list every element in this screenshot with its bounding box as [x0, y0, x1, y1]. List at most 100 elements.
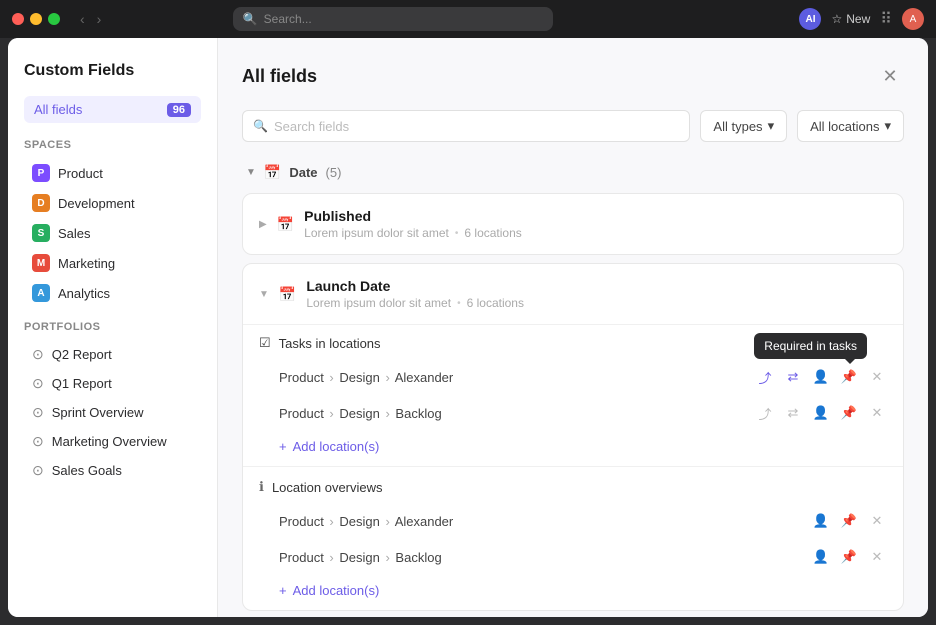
search-icon: 🔍 [243, 12, 258, 26]
user-icon[interactable]: 👤 [811, 403, 831, 423]
field-info-published: Published Lorem ipsum dolor sit amet • 6… [304, 208, 887, 240]
sidebar-item-q2-report[interactable]: ⊙ Q2 Report [24, 341, 201, 368]
all-fields-label: All fields [34, 102, 82, 117]
portfolios-section-label: Portfolios [24, 321, 201, 333]
marketing-overview-label: Marketing Overview [52, 434, 167, 449]
search-icon: 🔍 [253, 119, 268, 133]
avatar[interactable]: A [902, 8, 924, 30]
panel-title: All fields [242, 66, 317, 87]
calendar-icon: 📅 [264, 164, 281, 181]
sidebar: Custom Fields All fields 96 Spaces P Pro… [8, 38, 218, 617]
add-location-tasks-button[interactable]: + Add location(s) [243, 431, 903, 466]
pin-icon[interactable]: 📌 [839, 511, 859, 531]
remove-icon[interactable]: ✕ [867, 403, 887, 423]
q1-report-label: Q1 Report [52, 376, 112, 391]
filter-types-button[interactable]: All types ▾ [700, 110, 787, 142]
sidebar-item-development[interactable]: D Development [24, 189, 201, 217]
link-icon[interactable]: ⇄ [783, 403, 803, 423]
right-panel: All fields ✕ 🔍 Search fields All types ▾… [218, 38, 928, 617]
new-button[interactable]: ☆ New [831, 12, 870, 26]
search-fields-input[interactable]: 🔍 Search fields [242, 110, 690, 142]
portfolio-icon: ⊙ [32, 462, 44, 479]
location-overviews-label: Location overviews [272, 480, 383, 495]
location-row-backlog-overview: Product › Design › Backlog 👤 📌 ✕ [243, 539, 903, 575]
location-path: Product › Design › Alexander [279, 514, 807, 529]
field-card-published: ▶ 📅 Published Lorem ipsum dolor sit amet… [242, 193, 904, 255]
remove-icon[interactable]: ✕ [867, 367, 887, 387]
maximize-window-btn[interactable] [48, 13, 60, 25]
share-icon[interactable]: ⤴ [755, 403, 775, 423]
pin-icon[interactable]: 📌 [839, 547, 859, 567]
required-in-tasks-tooltip: Required in tasks [754, 333, 867, 359]
add-location-overviews-button[interactable]: + Add location(s) [243, 575, 903, 610]
portfolio-icon: ⊙ [32, 375, 44, 392]
share-icon[interactable]: ⤴ [755, 367, 775, 387]
sidebar-item-product[interactable]: P Product [24, 159, 201, 187]
portfolio-icon: ⊙ [32, 346, 44, 363]
filter-locations-button[interactable]: All locations ▾ [797, 110, 904, 142]
sidebar-item-sprint-overview[interactable]: ⊙ Sprint Overview [24, 399, 201, 426]
top-search-bar[interactable]: 🔍 Search... [233, 7, 553, 31]
field-locations-launch-date: 6 locations [467, 296, 524, 310]
close-window-btn[interactable] [12, 13, 24, 25]
date-label: Date [289, 165, 317, 180]
top-bar: ‹ › 🔍 Search... AI ☆ New ⠿ A [0, 0, 936, 38]
location-row-alexander-overview: Product › Design › Alexander 👤 📌 ✕ [243, 503, 903, 539]
sales-goals-label: Sales Goals [52, 463, 122, 478]
sidebar-item-marketing[interactable]: M Marketing [24, 249, 201, 277]
field-header-published: ▶ 📅 Published Lorem ipsum dolor sit amet… [243, 194, 903, 254]
panel-header: All fields ✕ [242, 62, 904, 90]
location-path: Product › Design › Alexander [279, 370, 751, 385]
field-desc-published: Lorem ipsum dolor sit amet [304, 226, 449, 240]
close-panel-button[interactable]: ✕ [876, 62, 904, 90]
field-name-published: Published [304, 208, 887, 224]
sidebar-item-sales-goals[interactable]: ⊙ Sales Goals [24, 457, 201, 484]
dot-separator: • [457, 298, 461, 309]
grid-icon[interactable]: ⠿ [880, 9, 892, 29]
nav-forward[interactable]: › [93, 9, 106, 29]
expand-arrow-icon[interactable]: ▼ [259, 289, 269, 300]
expand-arrow-icon[interactable]: ▶ [259, 219, 267, 230]
search-text: Search... [264, 12, 312, 26]
location-path: Product › Design › Backlog [279, 406, 751, 421]
remove-icon[interactable]: ✕ [867, 511, 887, 531]
field-meta-published: Lorem ipsum dolor sit amet • 6 locations [304, 226, 887, 240]
sidebar-item-marketing-overview[interactable]: ⊙ Marketing Overview [24, 428, 201, 455]
minimize-window-btn[interactable] [30, 13, 42, 25]
date-count: (5) [326, 165, 342, 180]
link-icon[interactable]: ⇄ [783, 367, 803, 387]
plus-icon: + [279, 439, 287, 454]
analytics-label: Analytics [58, 286, 110, 301]
sidebar-item-analytics[interactable]: A Analytics [24, 279, 201, 307]
top-right-controls: AI ☆ New ⠿ A [799, 8, 924, 30]
marketing-icon: M [32, 254, 50, 272]
date-section-header[interactable]: ▼ 📅 Date (5) [242, 158, 904, 187]
sidebar-item-sales[interactable]: S Sales [24, 219, 201, 247]
field-header-launch-date: ▼ 📅 Launch Date Lorem ipsum dolor sit am… [243, 264, 903, 324]
sales-icon: S [32, 224, 50, 242]
q2-report-label: Q2 Report [52, 347, 112, 362]
filter-bar: 🔍 Search fields All types ▾ All location… [242, 110, 904, 142]
chevron-down-icon: ▾ [768, 118, 775, 134]
remove-icon[interactable]: ✕ [867, 547, 887, 567]
spaces-section-label: Spaces [24, 139, 201, 151]
all-fields-link[interactable]: All fields 96 [24, 96, 201, 123]
field-desc-launch-date: Lorem ipsum dolor sit amet [306, 296, 451, 310]
nav-arrows: ‹ › [76, 9, 105, 29]
pin-icon[interactable]: 📌 [839, 403, 859, 423]
pin-icon[interactable]: 📌 [839, 367, 859, 387]
location-overviews-header: ℹ Location overviews [243, 467, 903, 503]
location-path: Product › Design › Backlog [279, 550, 807, 565]
user-icon[interactable]: 👤 [811, 547, 831, 567]
user-icon[interactable]: 👤 [811, 367, 831, 387]
product-icon: P [32, 164, 50, 182]
location-actions: 👤 📌 ✕ [811, 547, 887, 567]
location-row-backlog-tasks: Product › Design › Backlog ⤴ ⇄ 👤 📌 ✕ [243, 395, 903, 431]
dot-separator: • [455, 228, 459, 239]
user-icon[interactable]: 👤 [811, 511, 831, 531]
ai-badge[interactable]: AI [799, 8, 821, 30]
field-meta-launch-date: Lorem ipsum dolor sit amet • 6 locations [306, 296, 887, 310]
nav-back[interactable]: ‹ [76, 9, 89, 29]
chevron-down-icon: ▾ [884, 118, 891, 134]
sidebar-item-q1-report[interactable]: ⊙ Q1 Report [24, 370, 201, 397]
